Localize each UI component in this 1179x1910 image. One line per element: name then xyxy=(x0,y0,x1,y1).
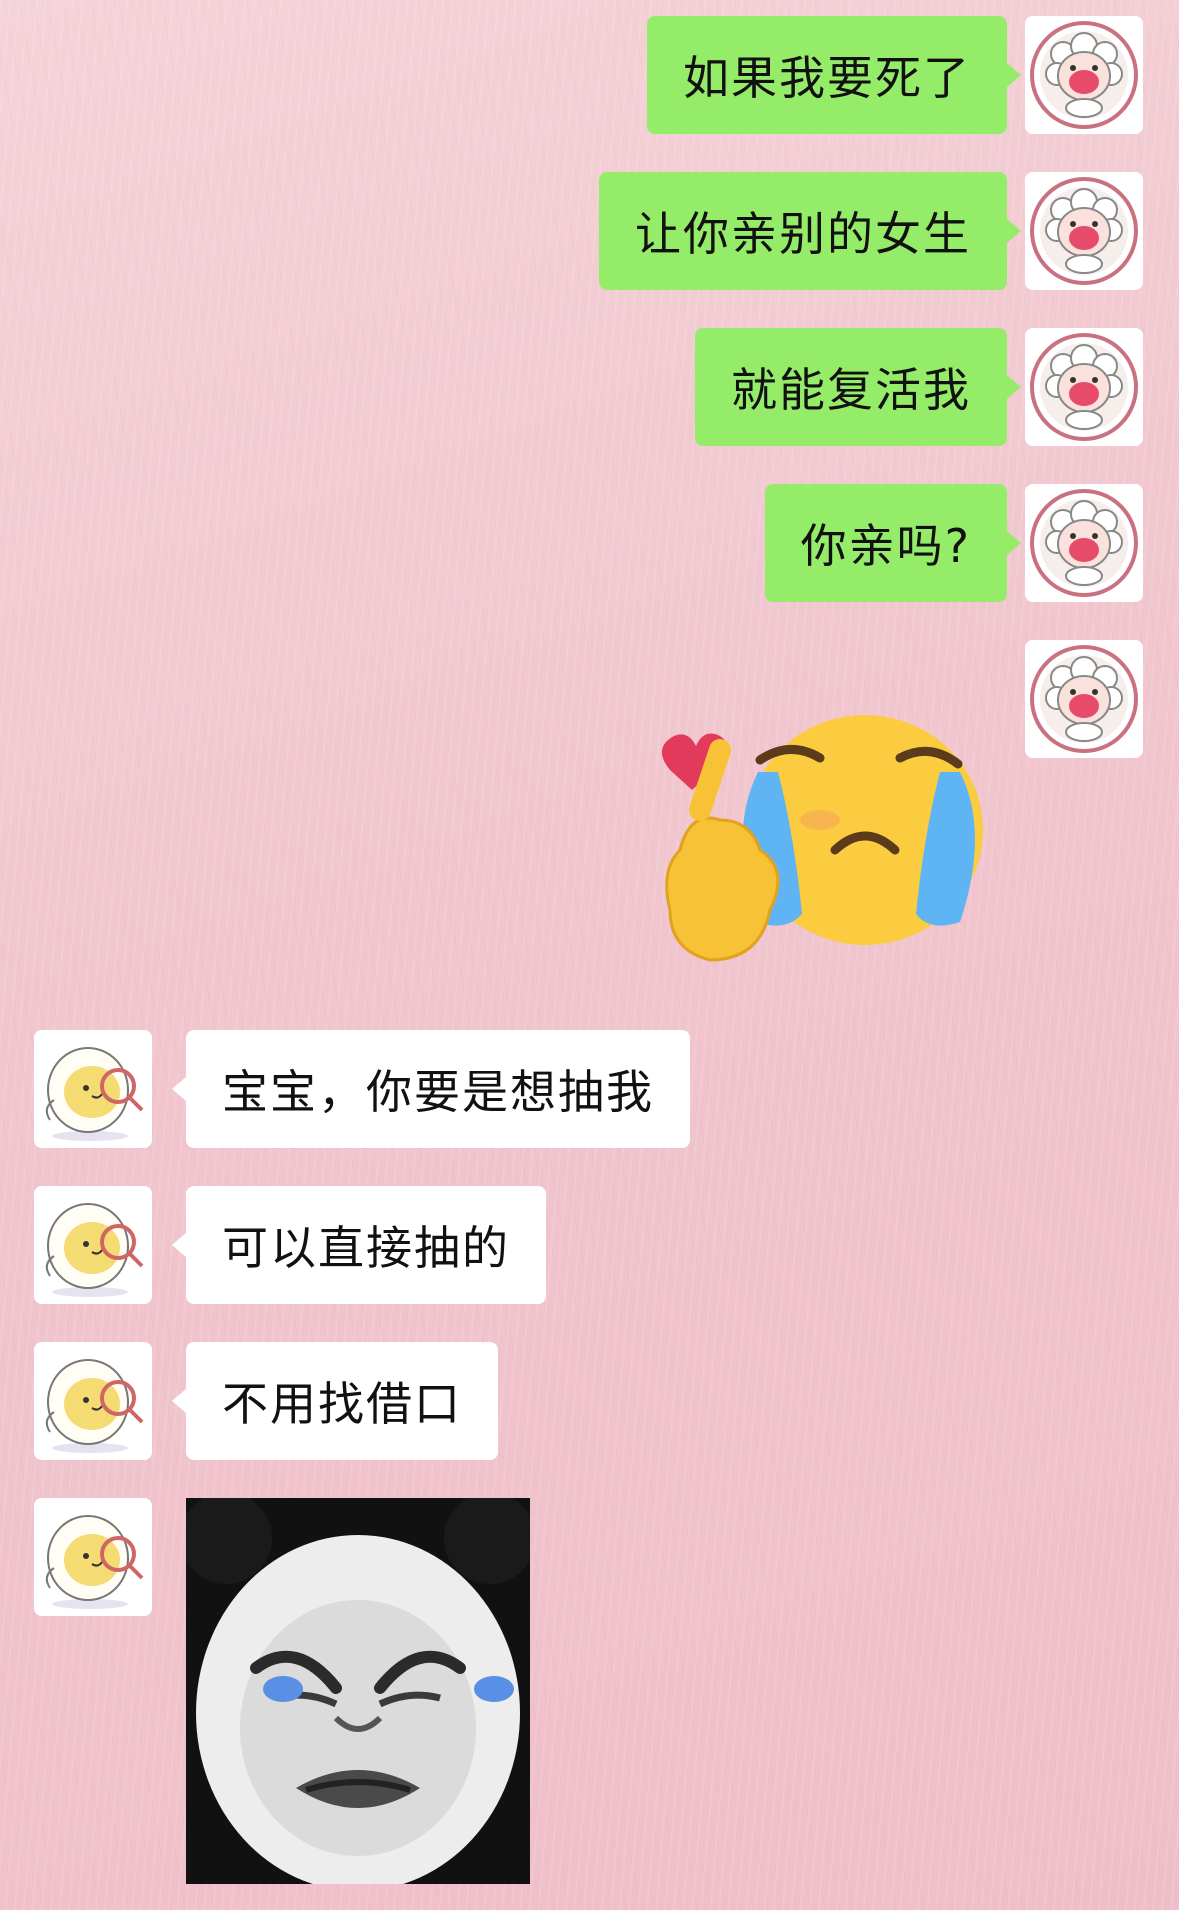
bubble-tail xyxy=(1007,63,1021,87)
message-bubble[interactable]: 不用找借口 xyxy=(186,1342,498,1460)
message-row-outgoing-sticker xyxy=(0,640,1179,962)
message-row-incoming-1: 宝宝，你要是想抽我 xyxy=(0,1030,1179,1148)
sheep-avatar-icon[interactable] xyxy=(1025,640,1143,758)
bubble-tail xyxy=(1007,219,1021,243)
message-text: 你亲吗? xyxy=(800,519,971,573)
bubble-tail xyxy=(172,1389,186,1413)
message-bubble[interactable]: 就能复活我 xyxy=(695,328,1007,446)
message-bubble[interactable]: 如果我要死了 xyxy=(647,16,1007,134)
message-row-incoming-3: 不用找借口 xyxy=(0,1342,1179,1460)
message-text: 就能复活我 xyxy=(731,363,971,417)
message-bubble[interactable]: 你亲吗? xyxy=(764,484,1007,602)
bubble-tail xyxy=(172,1233,186,1257)
message-bubble[interactable]: 可以直接抽的 xyxy=(186,1186,546,1304)
sheep-avatar-icon[interactable] xyxy=(1025,16,1143,134)
message-row-incoming-2: 可以直接抽的 xyxy=(0,1186,1179,1304)
message-text: 让你亲别的女生 xyxy=(635,207,971,261)
egg-chick-avatar-icon[interactable] xyxy=(34,1342,152,1460)
egg-chick-avatar-icon[interactable] xyxy=(34,1498,152,1616)
message-text: 不用找借口 xyxy=(222,1377,462,1431)
sheep-avatar-icon[interactable] xyxy=(1025,172,1143,290)
message-bubble[interactable]: 让你亲别的女生 xyxy=(599,172,1007,290)
message-text: 如果我要死了 xyxy=(683,51,971,105)
bubble-tail xyxy=(1007,375,1021,399)
message-row-incoming-sticker xyxy=(0,1498,1179,1898)
crying-panda-face-sticker[interactable] xyxy=(186,1498,530,1884)
crying-face-finger-heart-sticker[interactable] xyxy=(630,700,1000,1000)
sheep-avatar-icon[interactable] xyxy=(1025,328,1143,446)
message-row-outgoing-4: 你亲吗? xyxy=(0,484,1179,602)
bubble-tail xyxy=(172,1077,186,1101)
egg-chick-avatar-icon[interactable] xyxy=(34,1030,152,1148)
message-row-outgoing-1: 如果我要死了 xyxy=(0,16,1179,134)
message-bubble[interactable]: 宝宝，你要是想抽我 xyxy=(186,1030,690,1148)
egg-chick-avatar-icon[interactable] xyxy=(34,1186,152,1304)
message-row-outgoing-3: 就能复活我 xyxy=(0,328,1179,446)
message-row-outgoing-2: 让你亲别的女生 xyxy=(0,172,1179,290)
message-text: 可以直接抽的 xyxy=(222,1221,510,1275)
sheep-avatar-icon[interactable] xyxy=(1025,484,1143,602)
message-text: 宝宝，你要是想抽我 xyxy=(222,1065,654,1119)
bubble-tail xyxy=(1007,531,1021,555)
